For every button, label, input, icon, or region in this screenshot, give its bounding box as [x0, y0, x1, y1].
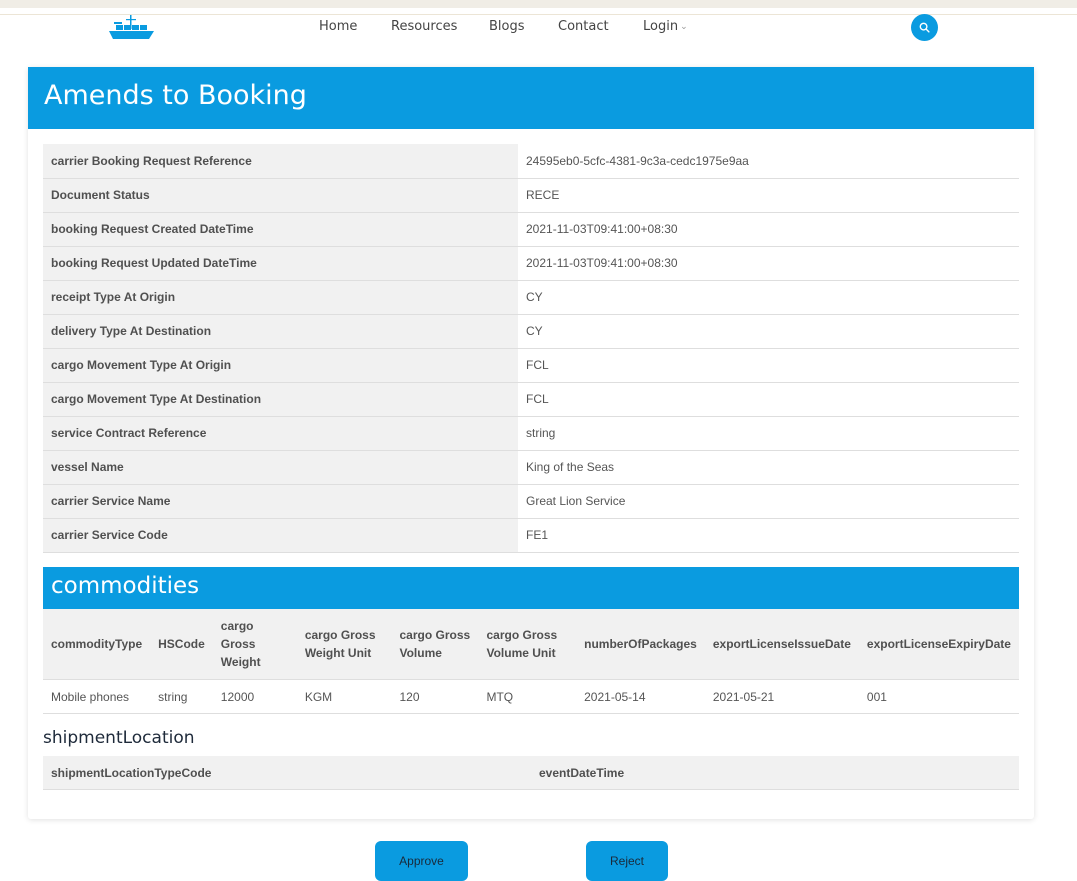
- detail-value: FE1: [518, 518, 1019, 553]
- detail-key: vessel Name: [43, 450, 518, 485]
- detail-key: booking Request Created DateTime: [43, 212, 518, 247]
- navbar: Home Resources Blogs Contact Login ⌄: [0, 8, 1077, 48]
- ship-logo-icon[interactable]: [106, 13, 156, 43]
- detail-value: Great Lion Service: [518, 484, 1019, 519]
- approve-button[interactable]: Approve: [375, 841, 468, 881]
- table-cell: 2021-05-21: [704, 679, 859, 714]
- nav-login-label: Login: [643, 19, 679, 34]
- nav-resources[interactable]: Resources: [391, 19, 457, 34]
- detail-key: delivery Type At Destination: [43, 314, 518, 349]
- table-cell: 12000: [212, 679, 297, 714]
- table-cell: 120: [391, 679, 479, 714]
- commodities-column-header: cargo Gross Weight Unit: [296, 609, 392, 680]
- table-cell: 001: [858, 679, 1019, 714]
- shipment-location-column-header: shipmentLocationTypeCode: [43, 756, 531, 790]
- detail-value: string: [518, 416, 1019, 451]
- nav-login[interactable]: Login ⌄: [643, 19, 688, 34]
- commodities-header: commodities: [43, 567, 1019, 609]
- commodities-column-header: cargo Gross Volume Unit: [478, 609, 577, 680]
- detail-row: carrier Booking Request Reference 24595eb…: [43, 144, 1019, 179]
- table-cell: Mobile phones: [43, 679, 151, 714]
- detail-row: delivery Type At Destination CY: [43, 314, 1019, 349]
- shipment-location-title: shipmentLocation: [43, 728, 195, 748]
- commodities-column-header: numberOfPackages: [576, 609, 705, 680]
- detail-key: Document Status: [43, 178, 518, 213]
- detail-key: booking Request Updated DateTime: [43, 246, 518, 281]
- search-icon: [919, 22, 930, 33]
- detail-row: service Contract Reference string: [43, 416, 1019, 451]
- booking-details-table: carrier Booking Request Reference 24595eb…: [43, 144, 1019, 553]
- reject-button[interactable]: Reject: [586, 841, 668, 881]
- detail-row: cargo Movement Type At Destination FCL: [43, 382, 1019, 417]
- table-cell: 2021-05-14: [576, 679, 705, 714]
- page-title: Amends to Booking: [44, 80, 307, 111]
- detail-row: carrier Service Name Great Lion Service: [43, 484, 1019, 519]
- shipment-location-table: shipmentLocationTypeCode eventDateTime: [43, 756, 1019, 790]
- detail-key: carrier Booking Request Reference: [43, 144, 518, 179]
- detail-row: booking Request Updated DateTime 2021-11-…: [43, 246, 1019, 281]
- booking-card: Amends to Booking carrier Booking Reques…: [28, 67, 1034, 819]
- commodities-table: commodityType HSCode cargo Gross Weight car…: [43, 609, 1019, 714]
- commodities-column-header: exportLicenseExpiryDate: [858, 609, 1019, 680]
- detail-row: vessel Name King of the Seas: [43, 450, 1019, 485]
- card-header: Amends to Booking: [28, 67, 1034, 129]
- shipment-location-column-header: eventDateTime: [531, 756, 1019, 790]
- table-row: Mobile phones string 12000 KGM 120 MTQ 2021-05…: [43, 679, 1019, 714]
- detail-key: receipt Type At Origin: [43, 280, 518, 315]
- detail-row: receipt Type At Origin CY: [43, 280, 1019, 315]
- detail-row: carrier Service Code FE1: [43, 518, 1019, 553]
- detail-key: cargo Movement Type At Origin: [43, 348, 518, 383]
- detail-value: King of the Seas: [518, 450, 1019, 485]
- detail-key: cargo Movement Type At Destination: [43, 382, 518, 417]
- detail-row: cargo Movement Type At Origin FCL: [43, 348, 1019, 383]
- search-button[interactable]: [911, 14, 938, 41]
- detail-value: 2021-11-03T09:41:00+08:30: [518, 246, 1019, 281]
- detail-key: carrier Service Name: [43, 484, 518, 519]
- nav-contact[interactable]: Contact: [558, 19, 609, 34]
- detail-row: Document Status RECE: [43, 178, 1019, 213]
- detail-value: FCL: [518, 348, 1019, 383]
- table-cell: MTQ: [478, 679, 577, 714]
- commodities-column-header: commodityType: [43, 609, 151, 680]
- commodities-column-header: cargo Gross Weight: [212, 609, 297, 680]
- detail-value: 2021-11-03T09:41:00+08:30: [518, 212, 1019, 247]
- detail-value: 24595eb0-5cfc-4381-9c3a-cedc1975e9aa: [518, 144, 1019, 179]
- nav-home[interactable]: Home: [319, 19, 357, 34]
- commodities-title: commodities: [51, 573, 200, 599]
- commodities-column-header: HSCode: [150, 609, 213, 680]
- commodities-column-header: cargo Gross Volume: [391, 609, 479, 680]
- nav-blogs[interactable]: Blogs: [489, 19, 525, 34]
- detail-key: service Contract Reference: [43, 416, 518, 451]
- detail-value: CY: [518, 280, 1019, 315]
- table-cell: string: [150, 679, 213, 714]
- chevron-down-icon: ⌄: [680, 22, 688, 32]
- detail-value: FCL: [518, 382, 1019, 417]
- table-cell: KGM: [296, 679, 392, 714]
- detail-key: carrier Service Code: [43, 518, 518, 553]
- detail-value: RECE: [518, 178, 1019, 213]
- commodities-column-header: exportLicenseIssueDate: [704, 609, 859, 680]
- detail-value: CY: [518, 314, 1019, 349]
- detail-row: booking Request Created DateTime 2021-11-…: [43, 212, 1019, 247]
- top-strip: [0, 0, 1077, 8]
